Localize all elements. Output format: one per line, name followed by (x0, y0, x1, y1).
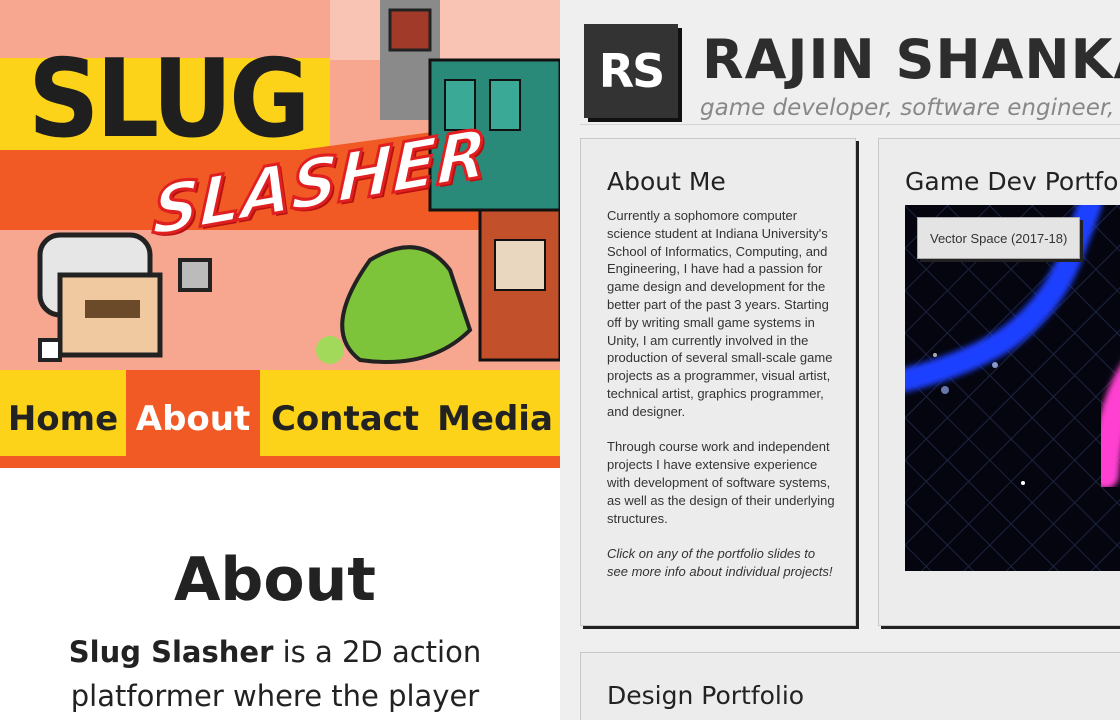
logo-slug-text: SLUG (28, 37, 311, 162)
slug-slasher-site: SLUG SLASHER Home About Contact Media Ab… (0, 0, 560, 720)
site-tagline: game developer, software engineer, desig… (700, 95, 1120, 121)
about-heading: About (173, 545, 376, 615)
about-paragraph: Through course work and independent proj… (607, 439, 835, 526)
about-note: Click on any of the portfolio slides to … (607, 546, 833, 579)
nav-about-link[interactable]: About (126, 370, 260, 468)
slide-label[interactable]: Vector Space (2017-18) (917, 217, 1081, 259)
about-paragraph: Currently a sophomore computer science s… (607, 208, 833, 419)
portfolio-site: RS RAJIN SHANKAR game developer, softwar… (560, 0, 1120, 720)
about-description: Slug Slasher is a 2D action platformer w… (40, 630, 510, 718)
header-divider (580, 124, 1120, 125)
design-portfolio-card: Design Portfolio (580, 652, 1120, 720)
main-nav: Home About Contact Media (0, 370, 560, 468)
nav-media-link[interactable]: Media (430, 370, 560, 468)
nav-contact-link[interactable]: Contact (260, 370, 430, 468)
portfolio-slide[interactable]: Vector Space (2017-18) (905, 205, 1120, 571)
game-dev-portfolio-title: Game Dev Portfolio (905, 167, 1120, 196)
about-me-body: Currently a sophomore computer science s… (607, 207, 839, 599)
rs-logo[interactable]: RS (584, 24, 678, 118)
about-me-card: About Me Currently a sophomore computer … (580, 138, 856, 626)
game-dev-portfolio-card: Game Dev Portfolio Vector Space (2017-1 (878, 138, 1120, 626)
nav-home-link[interactable]: Home (0, 370, 126, 468)
game-name: Slug Slasher (68, 635, 274, 669)
site-name: RAJIN SHANKAR (702, 28, 1120, 91)
design-portfolio-title: Design Portfolio (607, 681, 805, 710)
hero-banner: SLUG SLASHER (0, 0, 560, 370)
about-me-title: About Me (607, 167, 726, 196)
